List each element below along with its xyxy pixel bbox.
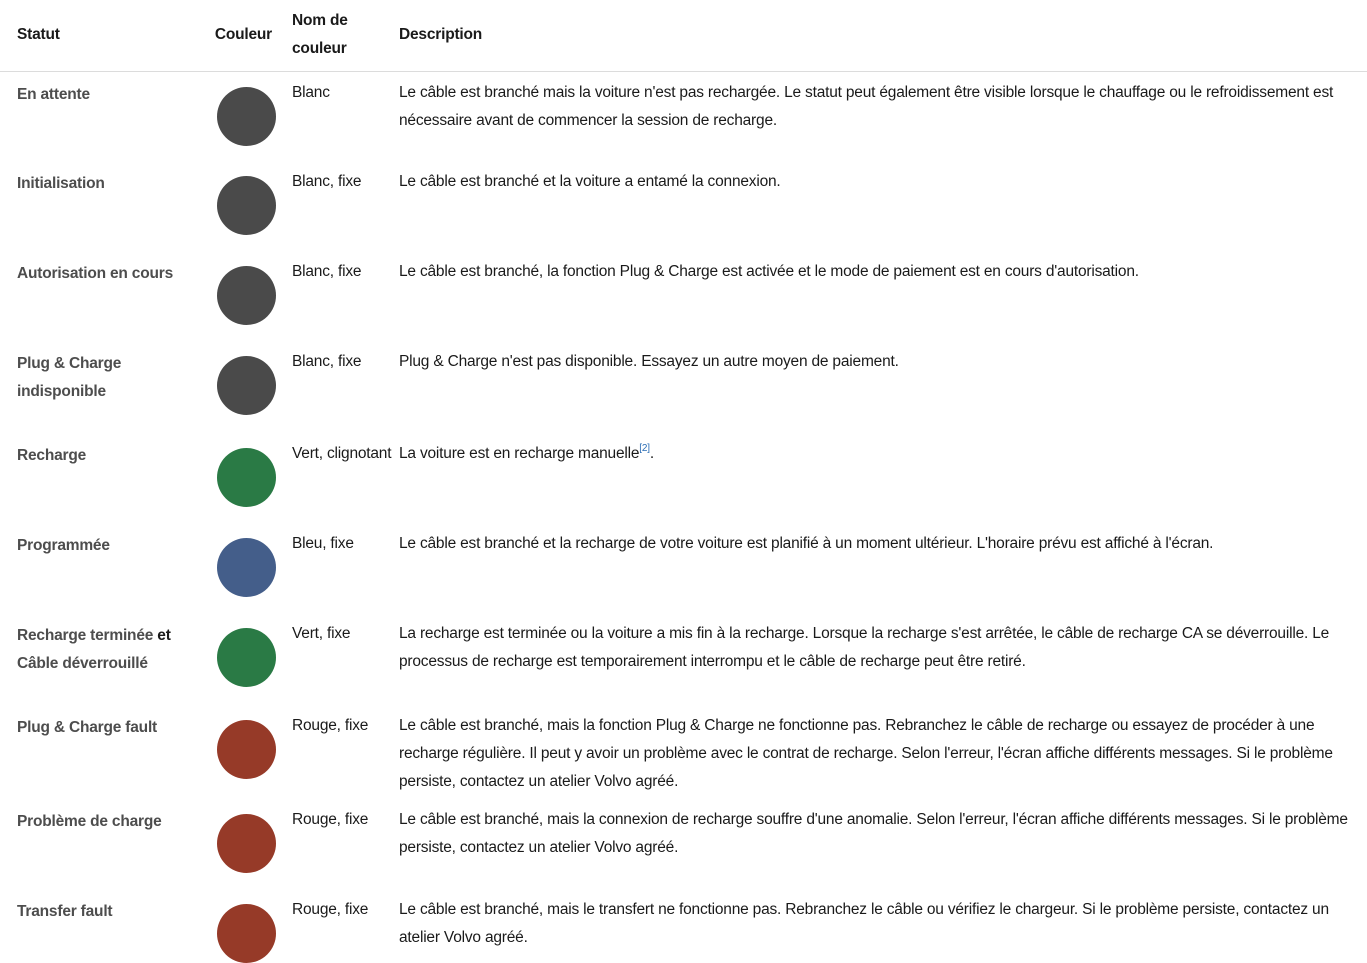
table-row: Plug & Charge indisponible Blanc, fixe P… <box>0 341 1367 433</box>
description: Le câble est branché, la fonction Plug &… <box>399 263 1139 280</box>
table-row: Transfer fault Rouge, fixe Le câble est … <box>0 889 1367 963</box>
status-light-icon <box>217 176 276 235</box>
status-cell: Programmée <box>0 523 192 613</box>
description: Le câble est branché et la voiture a ent… <box>399 173 781 190</box>
table-row: Problème de charge Rouge, fixe Le câble … <box>0 799 1367 889</box>
header-color-name: Nom de couleur <box>292 0 399 72</box>
description: Le câble est branché, mais la connexion … <box>399 811 1348 856</box>
description: Plug & Charge n'est pas disponible. Essa… <box>399 353 899 370</box>
status-table: Statut Couleur Nom de couleur Descriptio… <box>0 0 1367 963</box>
status-label-extra: Câble déverrouillé <box>17 655 148 672</box>
table-row: En attente Blanc Le câble est branché ma… <box>0 71 1367 161</box>
table-row: Recharge terminée et Câble déverrouillé … <box>0 613 1367 705</box>
status-cell: Recharge terminée et Câble déverrouillé <box>0 613 192 705</box>
status-cell: En attente <box>0 71 192 161</box>
color-name: Rouge, fixe <box>292 811 369 828</box>
header-description: Description <box>399 0 1367 72</box>
status-cell: Plug & Charge fault <box>0 705 192 799</box>
status-label: Transfer fault <box>17 903 113 920</box>
status-label: Initialisation <box>17 175 105 192</box>
color-name: Rouge, fixe <box>292 717 369 734</box>
status-cell: Initialisation <box>0 161 192 251</box>
status-label: Autorisation en cours <box>17 265 173 282</box>
description: Le câble est branché, mais le transfert … <box>399 901 1329 946</box>
status-label: Plug & Charge indisponible <box>17 355 122 400</box>
status-joiner: et <box>157 627 171 644</box>
color-name: Bleu, fixe <box>292 535 354 552</box>
status-label: Recharge terminée <box>17 627 154 644</box>
status-light-icon <box>217 628 276 687</box>
color-name: Blanc, fixe <box>292 263 362 280</box>
status-label: Recharge <box>17 447 87 464</box>
table-row: Autorisation en cours Blanc, fixe Le câb… <box>0 251 1367 341</box>
description-end: . <box>649 445 654 462</box>
status-light-icon <box>217 86 276 146</box>
header-row: Statut Couleur Nom de couleur Descriptio… <box>0 0 1367 72</box>
status-cell: Problème de charge <box>0 799 192 889</box>
color-name: Blanc, fixe <box>292 353 362 370</box>
footnote-link[interactable]: [2] <box>639 443 650 454</box>
description: La voiture est en recharge manuelle[2]. <box>399 433 1367 523</box>
color-name: Blanc <box>292 83 330 101</box>
status-light-icon <box>217 720 276 779</box>
status-cell: Plug & Charge indisponible <box>0 341 192 433</box>
status-light-icon <box>217 814 276 873</box>
status-light-icon <box>217 904 276 963</box>
table-row: Initialisation Blanc, fixe Le câble est … <box>0 161 1367 251</box>
description: Le câble est branché mais la voiture n'e… <box>399 83 1334 129</box>
color-name: Blanc, fixe <box>292 173 362 190</box>
table-row: Plug & Charge fault Rouge, fixe Le câble… <box>0 705 1367 799</box>
status-label: Problème de charge <box>17 813 162 830</box>
description: La recharge est terminée ou la voiture a… <box>399 625 1330 670</box>
status-light-icon <box>217 448 276 507</box>
color-name: Vert, clignotant <box>292 445 392 462</box>
description: Le câble est branché et la recharge de v… <box>399 535 1214 552</box>
status-cell: Recharge <box>0 433 192 523</box>
status-label: Programmée <box>17 537 110 554</box>
status-label: En attente <box>17 85 90 103</box>
status-light-icon <box>217 266 276 325</box>
status-cell: Autorisation en cours <box>0 251 192 341</box>
header-status: Statut <box>0 0 192 72</box>
table-row: Recharge Vert, clignotant La voiture est… <box>0 433 1367 523</box>
color-name: Vert, fixe <box>292 625 351 642</box>
status-cell: Transfer fault <box>0 889 192 963</box>
table-row: Programmée Bleu, fixe Le câble est branc… <box>0 523 1367 613</box>
description: Le câble est branché, mais la fonction P… <box>399 717 1333 790</box>
status-light-icon <box>217 356 276 415</box>
color-name: Rouge, fixe <box>292 901 369 918</box>
status-label: Plug & Charge fault <box>17 719 158 736</box>
header-color: Couleur <box>192 0 292 72</box>
description-text: La voiture est en recharge manuelle <box>399 445 640 462</box>
status-light-icon <box>217 538 276 597</box>
